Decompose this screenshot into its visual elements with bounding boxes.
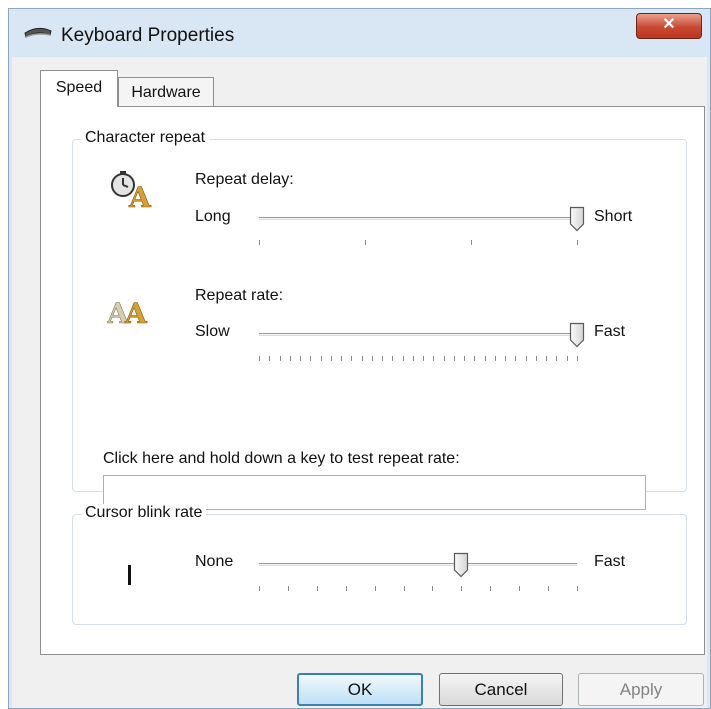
cursor-blink-right-label: Fast [594,553,626,570]
slider-tick [556,356,558,361]
close-button[interactable]: ✕ [636,13,702,39]
repeat-delay-slider-track[interactable] [259,217,577,220]
repeat-rate-slider-ticks [259,356,578,362]
tab-speed[interactable]: Speed [40,70,118,107]
slider-tick [403,586,405,591]
cursor-blink-slider-thumb[interactable] [453,552,469,578]
repeat-delay-left-label: Long [195,208,231,225]
slider-tick [269,356,271,361]
ok-button[interactable]: OK [297,673,423,706]
slider-tick [371,356,373,361]
slider-tick [289,356,291,361]
slider-tick [433,356,435,361]
slider-tick [461,586,463,591]
slider-tick [566,356,568,361]
slider-tick [402,356,404,361]
tab-hardware-label: Hardware [131,84,201,101]
slider-tick [577,356,578,361]
slider-tick [471,240,472,245]
slider-tick [361,356,363,361]
slider-tick [494,356,496,361]
slider-tick [341,356,343,361]
slider-tick [279,356,281,361]
slider-tick [474,356,476,361]
slider-tick [320,356,322,361]
keyboard-properties-window: Keyboard Properties ✕ Speed Hardware Cha… [8,8,711,709]
repeat-rate-label: Repeat rate: [195,287,284,304]
slider-tick [525,356,527,361]
title-bar[interactable]: Keyboard Properties ✕ [9,9,710,57]
dialog-client: Speed Hardware Character repeat A Repeat… [12,57,707,708]
slider-tick [310,356,312,361]
tab-hardware[interactable]: Hardware [118,77,214,107]
slider-tick [484,356,486,361]
slider-tick [423,356,425,361]
slider-tick [300,356,302,361]
slider-tick [515,356,517,361]
keyboard-icon [24,27,52,38]
slider-tick [392,356,394,361]
cursor-bar-icon [128,565,131,585]
close-icon: ✕ [662,16,676,33]
slider-tick [535,356,537,361]
slider-tick [382,356,384,361]
slider-tick [519,586,521,591]
svg-text:A: A [128,181,152,209]
slider-tick [432,586,434,591]
slider-tick [351,356,353,361]
repeat-delay-right-label: Short [594,208,633,225]
slider-tick [443,356,445,361]
clock-letter-a-icon: A [111,171,152,209]
test-repeat-prompt: Click here and hold down a key to test r… [103,450,460,467]
repeat-rate-slider-track[interactable] [259,333,577,336]
cursor-blink-slider-ticks [259,586,578,592]
apply-button[interactable]: Apply [578,673,704,706]
slider-tick [259,356,260,361]
character-repeat-title: Character repeat [81,129,210,147]
repeat-rate-left-label: Slow [195,323,230,340]
slider-tick [577,586,578,591]
double-letter-a-icon: A A [107,297,148,327]
slider-tick [453,356,455,361]
slider-tick [546,356,548,361]
slider-tick [577,240,578,245]
svg-text:A: A [124,297,148,327]
repeat-delay-label: Repeat delay: [195,171,294,188]
cursor-blink-slider-track[interactable] [259,563,577,566]
slider-tick [259,240,260,245]
slider-tick [345,586,347,591]
slider-tick [548,586,550,591]
repeat-rate-right-label: Fast [594,323,626,340]
slider-tick [505,356,507,361]
speed-tab-panel: Character repeat A Repeat delay: Long Sh… [40,106,705,655]
repeat-rate-slider-thumb[interactable] [569,322,585,348]
repeat-delay-slider-thumb[interactable] [569,206,585,232]
cursor-blink-title: Cursor blink rate [81,504,207,522]
slider-tick [316,586,318,591]
slider-tick [287,586,289,591]
cursor-blink-left-label: None [195,553,234,570]
slider-tick [330,356,332,361]
window-title: Keyboard Properties [61,25,235,46]
slider-tick [464,356,466,361]
slider-tick [374,586,376,591]
slider-tick [259,586,260,591]
repeat-delay-slider-ticks [259,240,578,246]
cancel-button[interactable]: Cancel [439,673,563,706]
tab-speed-label: Speed [55,79,103,96]
character-repeat-group: Character repeat [72,129,687,492]
slider-tick [365,240,366,245]
slider-tick [412,356,414,361]
slider-tick [490,586,492,591]
